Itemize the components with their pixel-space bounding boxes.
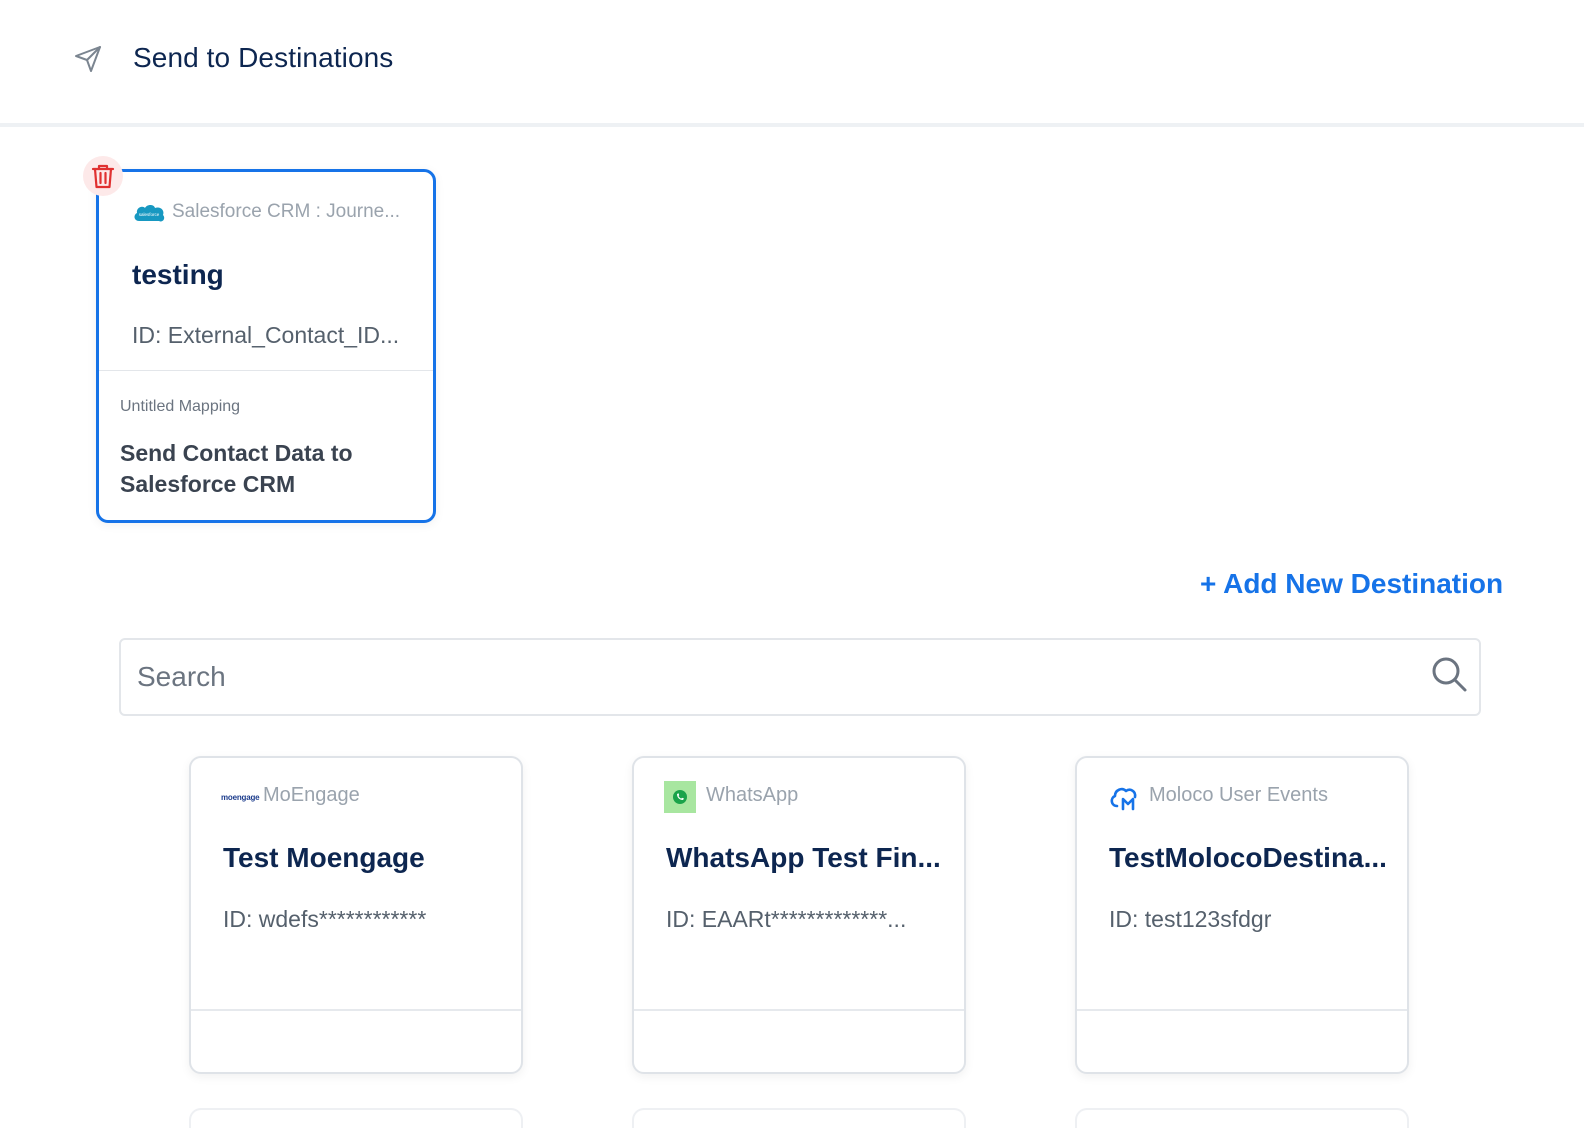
destination-card-partial[interactable] <box>1075 1108 1409 1128</box>
card-divider <box>1077 1009 1407 1011</box>
destination-card-partial[interactable] <box>632 1108 966 1128</box>
destination-source: MoEngage <box>263 784 360 806</box>
destination-name: TestMolocoDestina... <box>1109 842 1387 873</box>
mapping-name: Send Contact Data to Salesforce CRM <box>120 440 353 497</box>
delete-destination-button[interactable] <box>83 156 123 196</box>
card-divider <box>191 1009 521 1011</box>
destination-id: ID: EAARt*************... <box>666 906 907 932</box>
destination-name: Test Moengage <box>223 842 425 873</box>
svg-text:salesforce: salesforce <box>139 212 160 217</box>
destination-card-partial[interactable] <box>189 1108 523 1128</box>
moloco-cloud-logo <box>1107 782 1141 812</box>
whatsapp-logo <box>664 781 698 813</box>
destination-source: WhatsApp <box>706 784 799 806</box>
destination-card-moloco[interactable]: Moloco User Events TestMolocoDestina... … <box>1075 756 1409 1074</box>
card-divider <box>634 1009 964 1011</box>
destination-id: ID: External_Contact_ID... <box>132 322 400 348</box>
destination-source: Salesforce CRM : Journe... <box>172 201 401 222</box>
moengage-logo: moengage <box>221 792 260 802</box>
card-divider <box>99 370 433 371</box>
add-new-destination-link[interactable]: + Add New Destination <box>1200 568 1503 600</box>
selected-destination-card[interactable]: salesforce Salesforce CRM : Journe... te… <box>96 169 436 523</box>
destination-name: testing <box>132 259 224 290</box>
trash-icon <box>91 164 115 189</box>
destination-id: ID: test123sfdgr <box>1109 906 1272 932</box>
destination-name: WhatsApp Test Fin... <box>666 842 941 873</box>
page-title: Send to Destinations <box>133 42 394 73</box>
mapping-label: Untitled Mapping <box>120 398 241 415</box>
search-field[interactable] <box>119 638 1481 716</box>
search-input[interactable] <box>137 654 1417 700</box>
paper-plane-icon <box>75 46 101 72</box>
destination-id: ID: wdefs************ <box>223 906 427 932</box>
destination-card-moengage[interactable]: moengage MoEngage Test Moengage ID: wdef… <box>189 756 523 1074</box>
destination-source: Moloco User Events <box>1149 784 1328 806</box>
destination-card-whatsapp[interactable]: WhatsApp WhatsApp Test Fin... ID: EAARt*… <box>632 756 966 1074</box>
page-header: Send to Destinations <box>0 0 1584 127</box>
search-icon[interactable] <box>1429 654 1469 694</box>
salesforce-logo: salesforce <box>134 205 165 222</box>
selected-destination-info: salesforce Salesforce CRM : Journe... te… <box>99 172 433 372</box>
